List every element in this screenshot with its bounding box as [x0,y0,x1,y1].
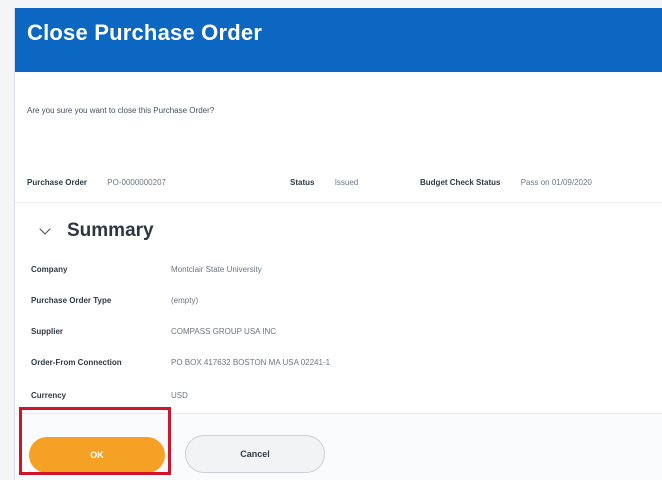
budget-check-meta: Budget Check Status Pass on 01/09/2020 [420,178,592,187]
purchase-order-meta: Purchase Order PO-0000000207 [27,178,166,187]
company-label: Company [31,265,68,274]
currency-value: USD [171,391,188,400]
summary-toggle[interactable]: Summary [39,220,154,242]
currency-label: Currency [31,391,67,400]
ok-button[interactable]: OK [29,437,165,473]
order-from-connection-label: Order-From Connection [31,358,122,367]
purchase-order-value: PO-0000000207 [107,178,166,187]
dialog-footer: OK Cancel [15,413,662,480]
supplier-label: Supplier [31,327,64,336]
purchase-order-type-value: (empty) [171,296,199,305]
budget-check-value: Pass on 01/09/2020 [520,178,592,187]
purchase-order-label: Purchase Order [27,178,88,187]
cancel-button[interactable]: Cancel [185,435,325,473]
status-value: Issued [334,178,359,187]
company-value: Montclair State University [171,265,262,274]
purchase-order-type-label: Purchase Order Type [31,296,112,305]
status-meta: Status Issued [290,178,358,187]
status-label: Status [290,178,315,187]
close-purchase-order-dialog: Close Purchase Order Are you sure you wa… [14,8,662,480]
dialog-title: Close Purchase Order [27,20,263,45]
confirm-message: Are you sure you want to close this Purc… [27,106,215,115]
order-from-connection-value: PO BOX 417632 BOSTON MA USA 02241-1 [171,358,331,367]
summary-title: Summary [67,220,154,241]
budget-check-label: Budget Check Status [420,178,501,187]
page: Close Purchase Order Are you sure you wa… [0,0,662,480]
dialog-header: Close Purchase Order [15,8,662,72]
supplier-value: COMPASS GROUP USA INC [171,327,277,336]
chevron-down-icon[interactable] [39,222,51,235]
divider [15,202,662,203]
